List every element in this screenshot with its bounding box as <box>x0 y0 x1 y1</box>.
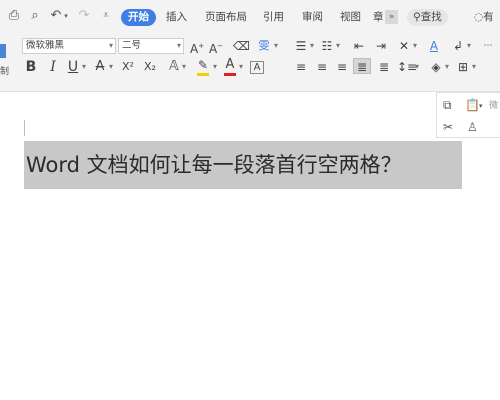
ribbon: ⎙ ⌕ ↶ ▾ ↷ ⩡ 开始 插入 页面布局 引用 审阅 视图 章 » ⚲查找 … <box>0 0 500 92</box>
floating-mini-toolbar: ⧉ 📋 ▾ 微 ✂ ♙ <box>436 92 500 138</box>
italic-button[interactable]: I <box>46 59 60 75</box>
font-color-bar <box>224 73 236 76</box>
tab-review[interactable]: 审阅 <box>302 9 323 25</box>
text-direction-icon[interactable]: A <box>426 38 442 54</box>
text-effect-icon[interactable]: 𝔸 <box>167 59 181 75</box>
subscript-button[interactable]: X₂ <box>142 59 158 75</box>
highlight-color-bar <box>197 73 209 76</box>
character-border-button[interactable]: A <box>250 61 264 74</box>
copy-icon[interactable]: ⧉ <box>443 98 452 112</box>
paste-dropdown-icon[interactable]: ▾ <box>479 99 483 113</box>
borders-dropdown-icon[interactable]: ▾ <box>471 59 477 75</box>
mini-font-select[interactable]: 微 <box>489 99 498 113</box>
tab-view[interactable]: 视图 <box>340 9 361 25</box>
customize-quick-access-icon[interactable]: ⩡ <box>98 8 114 24</box>
align-left-icon[interactable]: ≡ <box>293 59 309 75</box>
format-painter-icon[interactable]: ♙ <box>467 120 478 134</box>
font-color-button[interactable]: A <box>223 57 237 76</box>
justify-icon[interactable]: ≣ <box>353 58 371 74</box>
more-tabs-icon[interactable]: » <box>385 10 398 24</box>
font-size-select[interactable]: 二号 ▾ <box>118 38 184 54</box>
paste-icon[interactable]: 📋 <box>465 98 480 112</box>
search-button[interactable]: ⚲查找 <box>407 9 448 26</box>
bold-button[interactable]: B <box>24 59 38 75</box>
print-preview-icon[interactable]: ⌕ <box>27 8 43 24</box>
numbering-dropdown-icon[interactable]: ▾ <box>335 38 341 54</box>
numbering-icon[interactable]: ☷ <box>319 38 335 54</box>
help-icon: ◌ <box>474 11 484 23</box>
line-break-dropdown-icon[interactable]: ▾ <box>466 38 472 54</box>
left-pane-marker <box>0 44 6 58</box>
phonetic-dropdown-icon[interactable]: ▾ <box>273 38 279 54</box>
clear-format-icon[interactable]: ⌫ <box>233 38 250 54</box>
increase-indent-icon[interactable]: ⇥ <box>373 38 389 54</box>
undo-dropdown-icon[interactable]: ▾ <box>62 8 70 24</box>
align-right-icon[interactable]: ≡ <box>334 59 350 75</box>
tab-chapter[interactable]: 章 <box>373 9 385 25</box>
strikethrough-dropdown-icon[interactable]: ▾ <box>108 59 114 75</box>
page-corner-mark <box>24 120 25 136</box>
line-break-icon[interactable]: ↲ <box>450 38 466 54</box>
bullets-dropdown-icon[interactable]: ▾ <box>309 38 315 54</box>
decrease-indent-icon[interactable]: ⇤ <box>351 38 367 54</box>
line-spacing-dropdown-icon[interactable]: ▾ <box>414 59 420 75</box>
print-icon[interactable]: ⎙ <box>6 8 22 24</box>
tab-insert[interactable]: 插入 <box>166 9 187 25</box>
highlight-button[interactable]: ✎ <box>195 57 211 76</box>
chinese-layout-icon[interactable]: ✕ <box>396 38 412 54</box>
font-color-dropdown-icon[interactable]: ▾ <box>238 59 244 75</box>
show-hide-icon[interactable]: ⋯ <box>478 38 498 54</box>
borders-icon[interactable]: ⊞ <box>455 59 471 75</box>
search-icon: ⚲ <box>413 11 421 23</box>
tab-page-layout[interactable]: 页面布局 <box>205 9 247 25</box>
shrink-font-button[interactable]: A− <box>209 38 223 56</box>
chevron-down-icon: ▾ <box>108 41 113 50</box>
shading-icon[interactable]: ◈ <box>428 59 444 75</box>
font-name-select[interactable]: 微软雅黑 ▾ <box>22 38 116 54</box>
right-menu-cut[interactable]: ◌有 <box>474 9 494 24</box>
superscript-button[interactable]: X² <box>120 59 136 75</box>
line-spacing-icon[interactable]: ↕≡ <box>397 59 417 75</box>
document-paragraph[interactable]: Word 文档如何让每一段落首行空两格？ <box>26 150 402 180</box>
redo-icon[interactable]: ↷ <box>76 8 92 24</box>
tab-references[interactable]: 引用 <box>263 9 284 25</box>
highlighter-icon: ✎ <box>197 58 209 72</box>
grow-font-button[interactable]: A+ <box>190 38 204 56</box>
chevron-down-icon: ▾ <box>176 41 181 50</box>
tab-home[interactable]: 开始 <box>121 9 156 26</box>
search-label: 查找 <box>420 11 442 23</box>
shading-dropdown-icon[interactable]: ▾ <box>444 59 450 75</box>
menu-row: ⎙ ⌕ ↶ ▾ ↷ ⩡ 开始 插入 页面布局 引用 审阅 视图 章 » ⚲查找 … <box>0 0 500 34</box>
text-effect-dropdown-icon[interactable]: ▾ <box>181 59 187 75</box>
phonetic-guide-button[interactable]: 雯 <box>256 38 272 54</box>
highlight-dropdown-icon[interactable]: ▾ <box>212 59 218 75</box>
underline-button[interactable]: U <box>66 59 80 75</box>
distributed-align-icon[interactable]: ≣ <box>376 59 392 75</box>
bullets-icon[interactable]: ☰ <box>293 38 309 54</box>
strikethrough-button[interactable]: A <box>93 59 107 75</box>
chinese-layout-dropdown-icon[interactable]: ▾ <box>412 38 418 54</box>
cut-icon[interactable]: ✂ <box>443 120 453 134</box>
left-pane-label: 制 <box>0 67 10 77</box>
underline-dropdown-icon[interactable]: ▾ <box>81 59 87 75</box>
align-center-icon[interactable]: ≡ <box>314 59 330 75</box>
